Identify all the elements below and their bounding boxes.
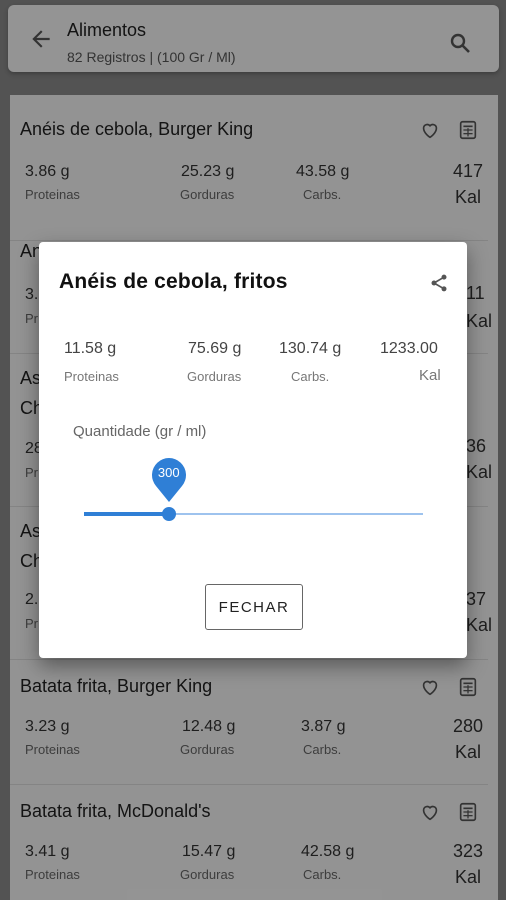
kal-label: Kal	[419, 367, 441, 384]
slider-value-text: 300	[157, 465, 180, 480]
close-button[interactable]: FECHAR	[205, 584, 303, 630]
kal-value: 1233.00	[380, 340, 438, 357]
quantity-label: Quantidade (gr / ml)	[73, 423, 207, 440]
protein-label: Proteinas	[64, 369, 119, 384]
dialog-title: Anéis de cebola, fritos	[59, 270, 288, 293]
carbs-label: Carbs.	[291, 369, 330, 384]
slider-track-fill	[84, 512, 169, 516]
food-detail-dialog: Anéis de cebola, fritos 11.58 g Proteina…	[39, 242, 467, 658]
fat-value: 75.69 g	[188, 340, 242, 357]
carbs-value: 130.74 g	[279, 340, 342, 357]
protein-value: 11.58 g	[64, 340, 117, 357]
slider-thumb[interactable]	[161, 507, 176, 521]
slider-value-pin: 300	[150, 456, 188, 502]
share-icon[interactable]	[429, 273, 449, 293]
fat-label: Gorduras	[187, 369, 242, 384]
